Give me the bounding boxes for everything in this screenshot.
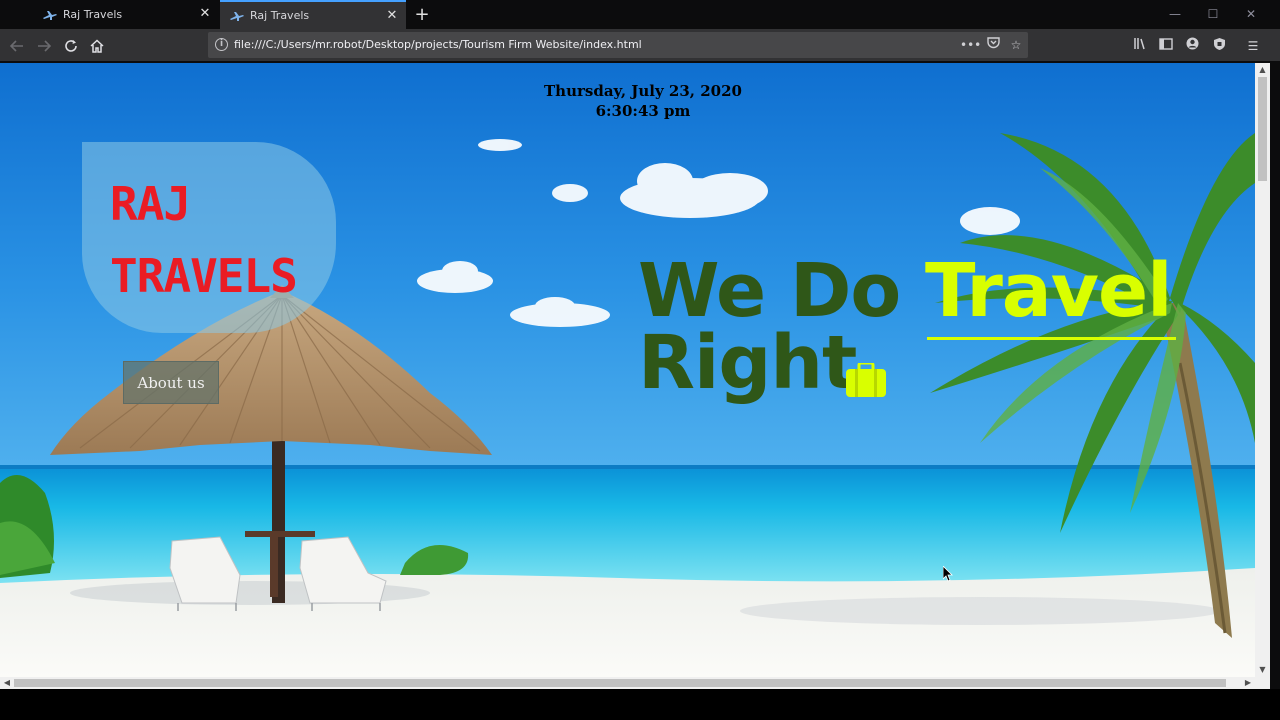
tab-raj-travels-2[interactable]: Raj Travels ✕ (220, 0, 406, 29)
close-icon[interactable]: ✕ (198, 7, 212, 21)
current-date: Thursday, July 23, 2020 (544, 82, 742, 100)
library-icon[interactable] (1131, 37, 1149, 55)
page-viewport: Thursday, July 23, 2020 6:30:43 pm RAJ T… (0, 63, 1255, 677)
hero-headline: We Do Travel Right. (638, 254, 1173, 400)
scroll-right-arrow-icon[interactable]: ▶ (1241, 677, 1255, 689)
horizontal-scroll-thumb[interactable] (14, 679, 1226, 687)
headline-accent-travel: Travel (924, 248, 1173, 334)
window-close-icon[interactable]: ✕ (1241, 5, 1261, 23)
logo-text: RAJ TRAVELS (110, 168, 298, 312)
url-bar[interactable]: i file:///C:/Users/mr.robot/Desktop/proj… (208, 32, 1028, 58)
logo-box: RAJ TRAVELS (82, 142, 336, 333)
close-icon[interactable]: ✕ (385, 9, 399, 23)
scrollbar-corner (1255, 677, 1270, 689)
info-icon[interactable]: i (215, 38, 228, 51)
account-icon[interactable] (1183, 37, 1201, 55)
sidebar-icon[interactable] (1157, 37, 1175, 55)
vertical-scroll-thumb[interactable] (1258, 77, 1267, 181)
forward-arrow-icon[interactable] (33, 35, 55, 57)
horizontal-scrollbar[interactable]: ◀ ▶ (0, 677, 1255, 689)
navigation-toolbar: i file:///C:/Users/mr.robot/Desktop/proj… (0, 29, 1280, 62)
hamburger-menu-icon[interactable]: ☰ (1244, 37, 1262, 55)
tab-bar: Raj Travels ✕ Raj Travels ✕ + — ☐ ✕ (0, 0, 1280, 29)
scroll-left-arrow-icon[interactable]: ◀ (0, 677, 14, 689)
url-text[interactable]: file:///C:/Users/mr.robot/Desktop/projec… (234, 38, 642, 51)
star-icon[interactable]: ☆ (1007, 36, 1025, 54)
current-time: 6:30:43 pm (595, 102, 691, 120)
maximize-icon[interactable]: ☐ (1203, 5, 1223, 23)
vertical-scrollbar[interactable]: ▲ ▼ (1255, 63, 1270, 677)
more-icon[interactable]: ••• (960, 36, 981, 54)
minimize-icon[interactable]: — (1165, 5, 1185, 23)
scroll-down-arrow-icon[interactable]: ▼ (1255, 663, 1270, 677)
mouse-cursor-icon (943, 566, 953, 582)
back-arrow-icon[interactable] (6, 35, 28, 57)
reload-icon[interactable] (60, 35, 82, 57)
new-tab-plus-icon[interactable]: + (412, 5, 432, 25)
extension-icon[interactable] (1210, 37, 1228, 55)
plane-favicon-icon (230, 11, 244, 21)
pocket-icon[interactable] (984, 36, 1002, 54)
tab-raj-travels-1[interactable]: Raj Travels ✕ (33, 0, 219, 29)
suitcase-icon (846, 363, 886, 397)
tab-title: Raj Travels (63, 8, 123, 21)
date-time-display: Thursday, July 23, 2020 6:30:43 pm (543, 81, 743, 121)
window-bottom-edge (0, 689, 1280, 720)
home-icon[interactable] (86, 35, 108, 57)
tab-title: Raj Travels (250, 9, 310, 22)
scroll-up-arrow-icon[interactable]: ▲ (1255, 63, 1270, 77)
logo-line-travels: TRAVELS (110, 249, 298, 303)
logo-line-raj: RAJ (110, 177, 191, 231)
about-us-button[interactable]: About us (123, 361, 219, 404)
headline-line-1: We Do Travel (638, 254, 1173, 328)
plane-favicon-icon (43, 10, 57, 20)
